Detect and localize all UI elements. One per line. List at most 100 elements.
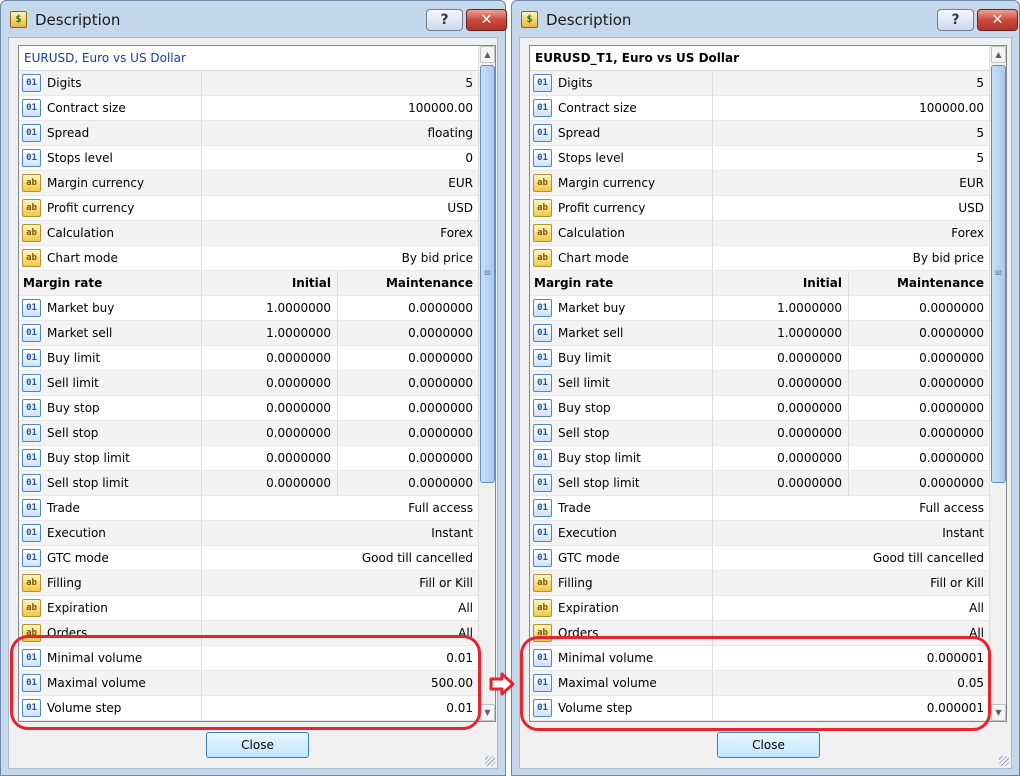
property-name-cell: 01 Sell stop limit <box>530 471 713 495</box>
property-row[interactable]: ab Chart mode By bid price <box>530 246 990 271</box>
property-name-cell: ab Filling <box>19 571 202 595</box>
property-row[interactable]: 01 GTC mode Good till cancelled <box>530 546 990 571</box>
property-name-cell: 01 Market buy <box>19 296 202 320</box>
property-name-cell: ab Profit currency <box>530 196 713 220</box>
property-row[interactable]: 01 Sell stop 0.0000000 0.0000000 <box>19 421 479 446</box>
title-bar[interactable]: $ Description ? ✕ <box>512 1 1019 37</box>
numeric-property-icon: 01 <box>533 324 552 342</box>
property-name: Trade <box>558 501 591 515</box>
property-row[interactable]: ab Expiration All <box>19 596 479 621</box>
scroll-down-arrow-icon[interactable]: ▼ <box>480 704 495 721</box>
property-row[interactable]: ab Expiration All <box>530 596 990 621</box>
property-row[interactable]: ab Margin currency EUR <box>530 171 990 196</box>
property-row[interactable]: 01 Market buy 1.0000000 0.0000000 <box>530 296 990 321</box>
property-name-cell: ab Margin currency <box>19 171 202 195</box>
scroll-up-arrow-icon[interactable]: ▲ <box>480 46 495 63</box>
scroll-up-arrow-icon[interactable]: ▲ <box>991 46 1006 63</box>
property-name: Digits <box>47 76 82 90</box>
property-row[interactable]: 01 Contract size 100000.00 <box>530 96 990 121</box>
property-value: 5 <box>465 76 473 90</box>
property-row[interactable]: 01 Execution Instant <box>530 521 990 546</box>
resize-grip-icon[interactable] <box>485 756 495 766</box>
properties-grid[interactable]: EURUSD_T1, Euro vs US Dollar 01 Digits 5 01… <box>529 45 1007 722</box>
maintenance-margin-value: 0.0000000 <box>919 326 984 340</box>
property-row[interactable]: 01 Sell stop limit 0.0000000 0.0000000 <box>19 471 479 496</box>
property-row[interactable]: 01 Market buy 1.0000000 0.0000000 <box>19 296 479 321</box>
title-bar[interactable]: $ Description ? ✕ <box>1 1 507 37</box>
property-name: Execution <box>47 526 106 540</box>
property-row[interactable]: 01 Sell limit 0.0000000 0.0000000 <box>530 371 990 396</box>
property-row[interactable]: 01 Buy stop limit 0.0000000 0.0000000 <box>530 446 990 471</box>
property-name-cell: ab Calculation <box>19 221 202 245</box>
close-button[interactable]: Close <box>717 732 820 758</box>
property-row[interactable]: ab Calculation Forex <box>530 221 990 246</box>
close-window-button[interactable]: ✕ <box>466 9 507 31</box>
property-name-cell: 01 Contract size <box>530 96 713 120</box>
property-row[interactable]: 01 Stops level 5 <box>530 146 990 171</box>
numeric-property-icon: 01 <box>22 99 41 117</box>
property-row[interactable]: 01 Digits 5 <box>19 71 479 96</box>
property-row[interactable]: ab Profit currency USD <box>530 196 990 221</box>
property-value: Full access <box>408 501 473 515</box>
property-name-cell: 01 Digits <box>530 71 713 95</box>
initial-margin-value: 1.0000000 <box>713 321 849 345</box>
property-name: Margin rate <box>23 276 103 290</box>
close-window-button[interactable]: ✕ <box>977 9 1018 31</box>
initial-margin-value: 1.0000000 <box>713 296 849 320</box>
property-row[interactable]: 01 Buy stop 0.0000000 0.0000000 <box>19 396 479 421</box>
property-row[interactable]: ab Filling Fill or Kill <box>530 571 990 596</box>
property-row[interactable]: 01 Spread floating <box>19 121 479 146</box>
close-button[interactable]: Close <box>206 732 309 758</box>
string-property-icon: ab <box>22 599 41 617</box>
property-row[interactable]: 01 Trade Full access <box>19 496 479 521</box>
scroll-thumb[interactable]: ≡ <box>480 65 495 483</box>
maintenance-margin-value: 0.0000000 <box>919 376 984 390</box>
numeric-property-icon: 01 <box>22 474 41 492</box>
property-name-cell: ab Profit currency <box>19 196 202 220</box>
property-row[interactable]: 01 Sell limit 0.0000000 0.0000000 <box>19 371 479 396</box>
property-value: Fill or Kill <box>419 576 473 590</box>
properties-grid[interactable]: EURUSD, Euro vs US Dollar 01 Digits 5 01 Con… <box>18 45 496 722</box>
margin-rate-section-header[interactable]: Margin rate Initial Maintenance <box>19 271 479 296</box>
property-row[interactable]: 01 Spread 5 <box>530 121 990 146</box>
property-row[interactable]: 01 Market sell 1.0000000 0.0000000 <box>530 321 990 346</box>
property-name: Market buy <box>558 301 626 315</box>
maintenance-margin-value: 0.0000000 <box>919 301 984 315</box>
property-row[interactable]: 01 Buy stop limit 0.0000000 0.0000000 <box>19 446 479 471</box>
property-row[interactable]: 01 Digits 5 <box>530 71 990 96</box>
property-row[interactable]: 01 GTC mode Good till cancelled <box>19 546 479 571</box>
property-row[interactable]: 01 Contract size 100000.00 <box>19 96 479 121</box>
property-row[interactable]: 01 Trade Full access <box>530 496 990 521</box>
property-value: Instant <box>942 526 984 540</box>
help-button[interactable]: ? <box>426 9 463 31</box>
property-name: Sell stop limit <box>47 476 129 490</box>
vertical-scrollbar[interactable]: ▲ ≡ ▼ <box>478 46 495 721</box>
property-row[interactable]: 01 Stops level 0 <box>19 146 479 171</box>
property-row[interactable]: ab Margin currency EUR <box>19 171 479 196</box>
property-row[interactable]: ab Profit currency USD <box>19 196 479 221</box>
help-button[interactable]: ? <box>937 9 974 31</box>
property-row[interactable]: 01 Market sell 1.0000000 0.0000000 <box>19 321 479 346</box>
numeric-property-icon: 01 <box>22 299 41 317</box>
volume-highlight-right <box>520 636 991 731</box>
maintenance-margin-value: 0.0000000 <box>408 351 473 365</box>
resize-grip-icon[interactable] <box>999 756 1009 766</box>
property-row[interactable]: ab Chart mode By bid price <box>19 246 479 271</box>
numeric-property-icon: 01 <box>22 524 41 542</box>
property-value: 0 <box>465 151 473 165</box>
property-name-cell: 01 Trade <box>530 496 713 520</box>
property-row[interactable]: 01 Buy limit 0.0000000 0.0000000 <box>19 346 479 371</box>
property-row[interactable]: 01 Buy stop 0.0000000 0.0000000 <box>530 396 990 421</box>
margin-rate-section-header[interactable]: Margin rate Initial Maintenance <box>530 271 990 296</box>
property-value: 100000.00 <box>408 101 473 115</box>
scroll-down-arrow-icon[interactable]: ▼ <box>991 704 1006 721</box>
property-row[interactable]: 01 Execution Instant <box>19 521 479 546</box>
scroll-thumb[interactable]: ≡ <box>991 65 1006 483</box>
property-row[interactable]: ab Filling Fill or Kill <box>19 571 479 596</box>
property-row[interactable]: 01 Sell stop limit 0.0000000 0.0000000 <box>530 471 990 496</box>
vertical-scrollbar[interactable]: ▲ ≡ ▼ <box>989 46 1006 721</box>
property-row[interactable]: 01 Sell stop 0.0000000 0.0000000 <box>530 421 990 446</box>
property-row[interactable]: ab Calculation Forex <box>19 221 479 246</box>
property-row[interactable]: 01 Buy limit 0.0000000 0.0000000 <box>530 346 990 371</box>
property-name: Market sell <box>558 326 624 340</box>
